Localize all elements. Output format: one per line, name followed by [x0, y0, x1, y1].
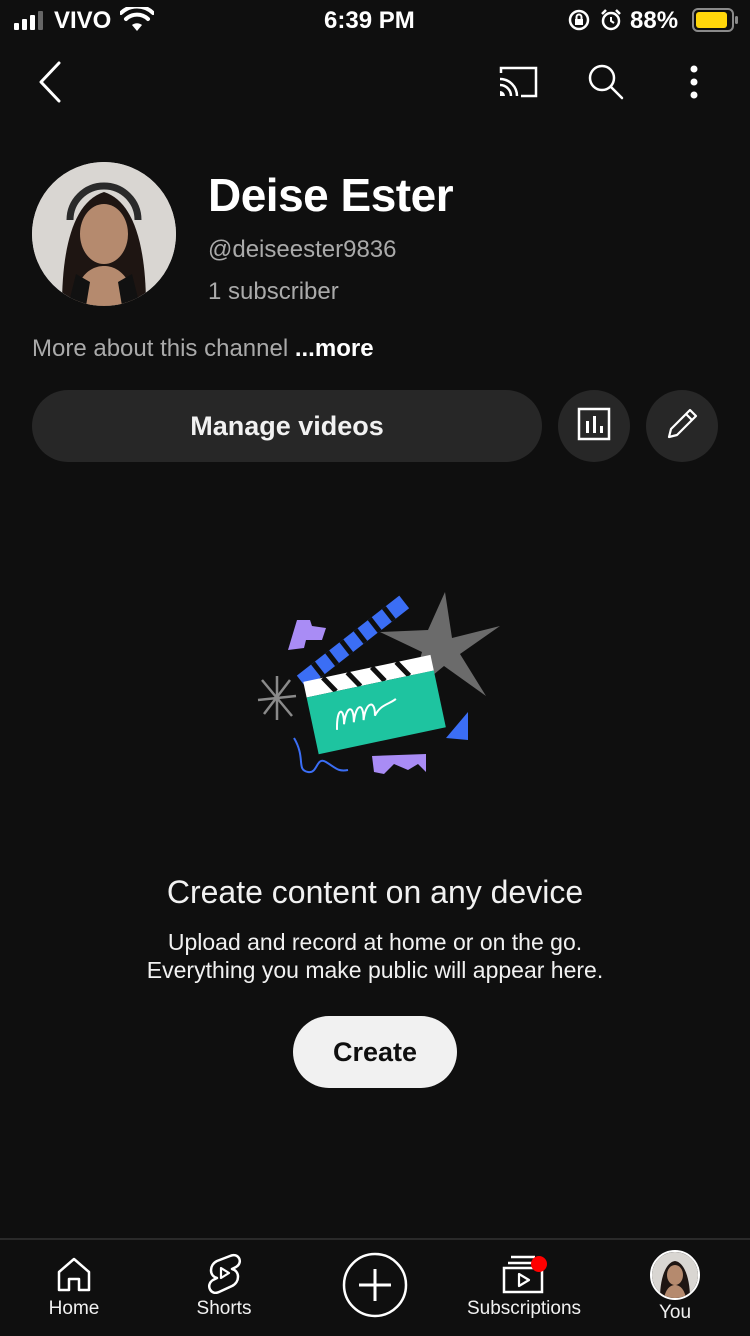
nav-shorts-label: Shorts: [196, 1298, 252, 1319]
manage-videos-button[interactable]: Manage videos: [32, 390, 542, 462]
create-plus-icon: [342, 1252, 408, 1318]
wifi-icon: [119, 4, 155, 33]
more-link[interactable]: ...more: [295, 335, 374, 362]
analytics-button[interactable]: [558, 390, 630, 462]
analytics-icon: [577, 407, 611, 446]
clapperboard-illustration: [250, 588, 510, 788]
shorts-icon: [206, 1252, 242, 1295]
empty-state-line-1: Upload and record at home or on the go.: [167, 929, 583, 955]
channel-handle: @deiseester9836: [208, 236, 397, 263]
channel-avatar[interactable]: [32, 162, 176, 306]
empty-state-description: Upload and record at home or on the go. …: [0, 928, 750, 984]
channel-name: Deise Ester: [208, 169, 454, 221]
nav-create[interactable]: [335, 1240, 415, 1336]
carrier-label: VIVO: [54, 7, 112, 34]
battery-percent: 88%: [630, 7, 679, 34]
cast-icon: [497, 65, 539, 104]
subscriber-count: 1 subscriber: [208, 278, 339, 305]
back-button[interactable]: [26, 58, 74, 110]
bottom-navigation: Home Shorts Subscriptions You: [0, 1238, 750, 1336]
status-bar: VIVO 6:39 PM 88%: [0, 0, 750, 40]
nav-you-label: You: [658, 1302, 692, 1323]
about-channel-link[interactable]: More about this channel ...more: [32, 335, 374, 363]
home-icon: [55, 1254, 93, 1294]
nav-subscriptions-label: Subscriptions: [466, 1298, 582, 1319]
search-icon: [587, 63, 625, 106]
edit-channel-button[interactable]: [646, 390, 718, 462]
more-vert-icon: [690, 65, 698, 104]
back-icon: [37, 61, 63, 108]
search-button[interactable]: [582, 60, 630, 108]
nav-home-label: Home: [48, 1298, 100, 1319]
cast-button[interactable]: [494, 62, 542, 106]
clock: 6:39 PM: [324, 7, 415, 34]
avatar: [650, 1250, 700, 1300]
orientation-lock-icon: [568, 9, 590, 31]
nav-subscriptions[interactable]: Subscriptions: [454, 1240, 594, 1336]
nav-shorts[interactable]: Shorts: [174, 1240, 274, 1336]
battery-icon: [692, 8, 740, 32]
create-button[interactable]: Create: [293, 1016, 457, 1088]
pencil-icon: [664, 406, 700, 447]
subscriptions-icon: [501, 1254, 547, 1294]
nav-home[interactable]: Home: [24, 1240, 124, 1336]
empty-state-line-2: Everything you make public will appear h…: [146, 957, 604, 983]
about-text: More about this channel: [32, 335, 289, 362]
nav-you[interactable]: You: [625, 1240, 725, 1336]
alarm-icon: [600, 9, 622, 31]
signal-icon: [14, 10, 46, 30]
empty-state-title: Create content on any device: [166, 874, 584, 910]
more-options-button[interactable]: [672, 62, 716, 106]
